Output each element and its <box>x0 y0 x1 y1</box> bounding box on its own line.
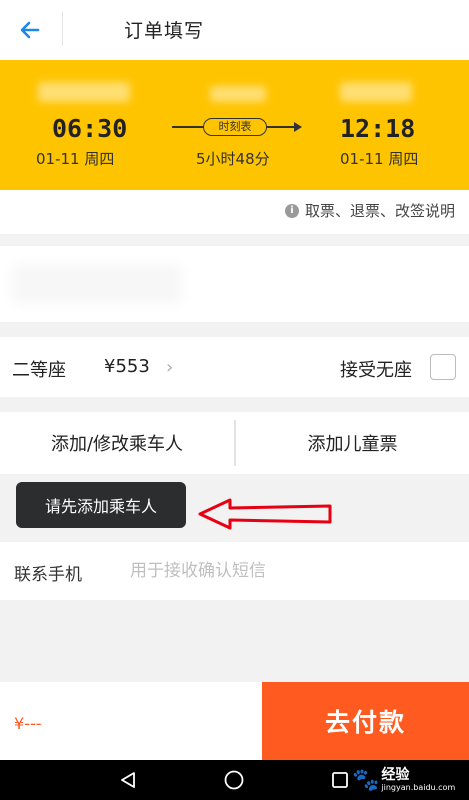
page-title: 订单填写 <box>124 20 205 42</box>
triangle-back-icon <box>121 772 135 788</box>
seat-price: ¥553 <box>104 356 150 377</box>
watermark-url: jingyan.baidu.com <box>381 783 456 792</box>
chevron-right-icon: › <box>166 357 174 378</box>
add-child-ticket-button[interactable]: 添加儿童票 <box>236 412 469 474</box>
back-arrow-icon <box>20 21 40 39</box>
phone-input[interactable] <box>130 554 450 588</box>
accept-no-seat-label: 接受无座 <box>340 360 412 381</box>
total-price: ¥--- <box>14 714 42 733</box>
toast-message: 请先添加乘车人 <box>16 482 186 528</box>
departure-date: 01-11 周四 <box>36 150 115 168</box>
contact-phone-row: 联系手机 <box>0 542 469 600</box>
policy-row: i 取票、退票、改签说明 <box>0 190 469 234</box>
arrival-date: 01-11 周四 <box>340 150 419 168</box>
pay-button[interactable]: 去付款 <box>262 682 469 760</box>
system-nav-bar: 🐾 经验 jingyan.baidu.com <box>0 760 469 800</box>
add-edit-passenger-button[interactable]: 添加/修改乘车人 <box>0 412 234 474</box>
ticket-policy-text: 取票、退票、改签说明 <box>304 202 455 220</box>
phone-label: 联系手机 <box>14 565 82 585</box>
obscured-content <box>12 264 182 304</box>
app-header: 订单填写 <box>0 0 469 60</box>
route-arrow-icon <box>294 122 302 132</box>
nav-back-button[interactable] <box>116 768 140 792</box>
seat-selection-row[interactable]: 二等座 ¥553 › 接受无座 <box>0 337 469 397</box>
nav-home-button[interactable] <box>222 768 246 792</box>
paw-logo-icon: 🐾 <box>352 767 380 793</box>
checkout-bar: ¥--- 去付款 <box>0 682 469 760</box>
departure-time: 06:30 <box>52 114 128 143</box>
baidu-jingyan-watermark: 🐾 经验 jingyan.baidu.com <box>352 766 455 794</box>
square-recent-icon <box>332 772 348 788</box>
seat-type: 二等座 <box>12 360 66 381</box>
arrival-time: 12:18 <box>340 114 416 143</box>
train-number-redacted <box>210 86 266 102</box>
back-button[interactable] <box>14 14 46 46</box>
arrival-station-redacted <box>340 82 412 102</box>
obscured-info-card <box>0 246 469 322</box>
header-divider <box>62 12 63 46</box>
watermark-name: 经验 <box>381 767 410 783</box>
info-icon: i <box>284 203 299 218</box>
annotation-arrow-icon <box>198 498 332 530</box>
accept-no-seat-checkbox[interactable] <box>430 354 456 380</box>
nav-recent-button[interactable] <box>328 768 352 792</box>
timetable-button[interactable]: 时刻表 <box>203 118 267 136</box>
passenger-actions: 添加/修改乘车人 添加儿童票 <box>0 412 469 474</box>
travel-duration: 5小时48分 <box>196 150 270 168</box>
ticket-policy-link[interactable]: i 取票、退票、改签说明 <box>284 200 455 221</box>
departure-station-redacted <box>38 82 130 102</box>
train-info-panel: 06:30 01-11 周四 时刻表 5小时48分 12:18 01-11 周四 <box>0 60 469 190</box>
circle-home-icon <box>224 770 244 790</box>
